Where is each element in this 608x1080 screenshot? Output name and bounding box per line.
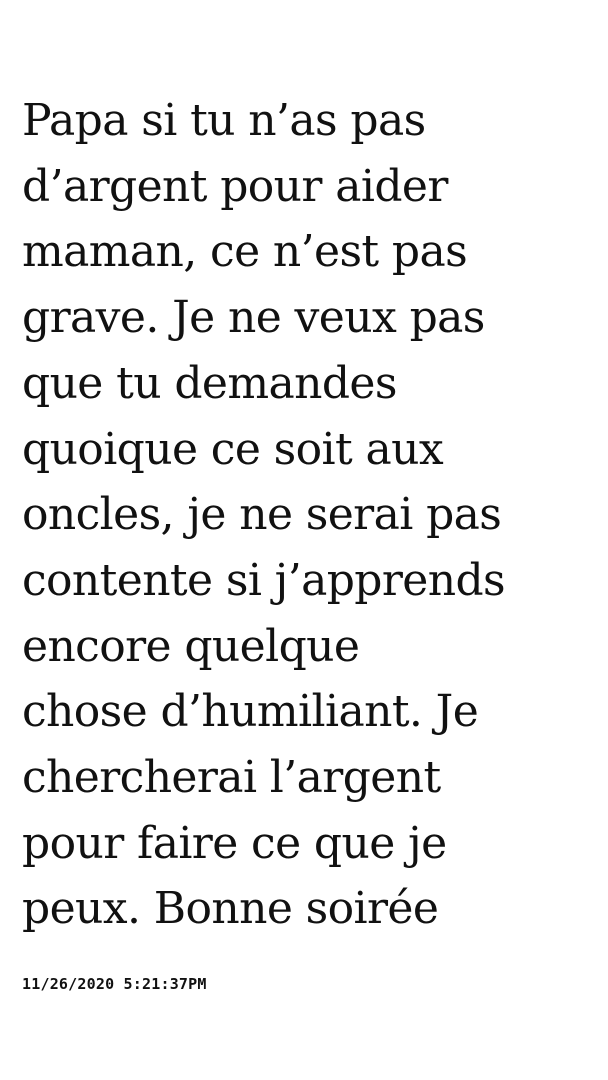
message-line: oncles, je ne serai pas <box>22 489 502 541</box>
timestamp: 11/26/2020 5:21:37PM <box>22 975 207 993</box>
message-line: d’argent pour aider <box>22 160 448 212</box>
message-line: maman, ce n’est pas <box>22 226 468 278</box>
message-line: Papa si tu n’as pas <box>22 95 426 146</box>
message-line: contente si j’apprends <box>22 554 506 606</box>
message-line: quoique ce soit aux <box>22 423 444 475</box>
message-line: pour faire ce que je <box>22 817 447 869</box>
message-line: encore quelque <box>22 620 360 672</box>
message-line: que tu demandes <box>22 357 397 409</box>
message-line: peux. Bonne soirée <box>22 883 439 935</box>
message-line: chercherai l’argent <box>22 752 441 804</box>
message-screen: Papa si tu n’as pas d’argent pour aider … <box>0 0 608 1080</box>
message-line: grave. Je ne veux pas <box>22 292 485 344</box>
message-line: chose d’humiliant. Je <box>22 686 479 738</box>
message-text: Papa si tu n’as pas d’argent pour aider … <box>22 88 602 942</box>
